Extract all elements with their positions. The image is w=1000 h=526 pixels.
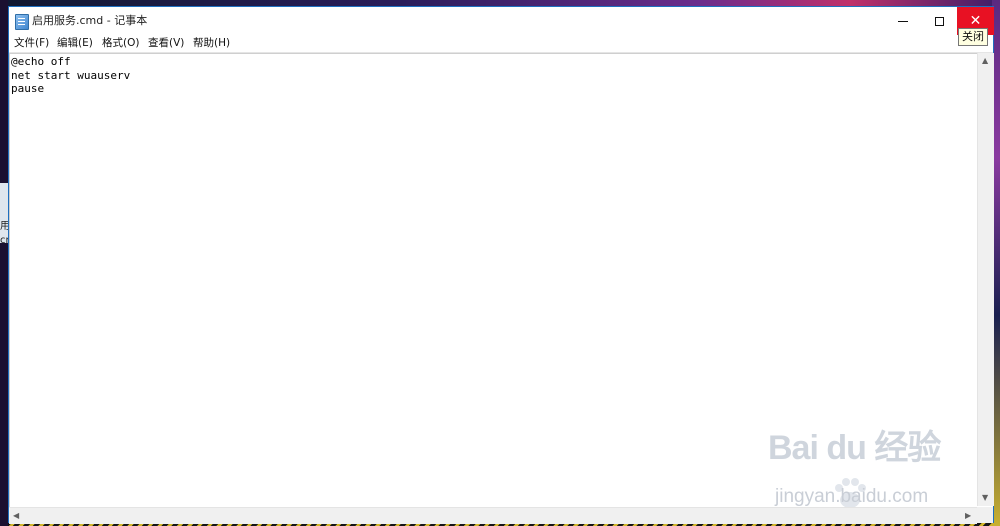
window-title: 启用服务.cmd - 记事本 <box>32 14 148 27</box>
scroll-down-icon[interactable]: ▼ <box>982 494 988 502</box>
scroll-right-icon[interactable]: ▶ <box>965 512 971 520</box>
baidu-watermark-url: jingyan.baidu.com <box>775 486 929 507</box>
menu-view[interactable]: 查看(V) <box>148 36 184 51</box>
horizontal-scrollbar[interactable]: ◀ ▶ <box>9 507 977 524</box>
title-bar[interactable]: 启用服务.cmd - 记事本 ✕ <box>9 7 994 35</box>
minimize-icon <box>898 20 908 22</box>
scroll-up-icon[interactable]: ▲ <box>982 57 988 65</box>
desktop-icon-label: 用 cr <box>0 221 10 246</box>
menu-help[interactable]: 帮助(H) <box>193 36 230 51</box>
menu-edit[interactable]: 编辑(E) <box>57 36 93 51</box>
vertical-scrollbar[interactable]: ▲ ▼ <box>977 53 994 506</box>
close-icon: ✕ <box>969 13 982 29</box>
desktop-left-strip <box>0 0 8 526</box>
maximize-icon <box>934 16 944 26</box>
maximize-button[interactable] <box>921 7 957 35</box>
baidu-watermark: Bai du 经验 <box>768 429 941 467</box>
menu-file[interactable]: 文件(F) <box>14 36 49 51</box>
minimize-button[interactable] <box>885 7 921 35</box>
notepad-window: 启用服务.cmd - 记事本 ✕ 文件(F) 编辑(E) 格式(O) 查看(V)… <box>8 6 994 524</box>
menu-bar: 文件(F) 编辑(E) 格式(O) 查看(V) 帮助(H) <box>9 35 993 53</box>
menu-format[interactable]: 格式(O) <box>102 36 139 51</box>
size-grip[interactable] <box>977 507 993 523</box>
editor-content[interactable]: @echo off net start wuauserv pause <box>10 54 977 96</box>
scroll-left-icon[interactable]: ◀ <box>13 512 19 520</box>
notepad-icon[interactable] <box>15 14 29 30</box>
text-editor[interactable]: @echo off net start wuauserv pause Bai d… <box>9 53 977 508</box>
close-tooltip: 关闭 <box>958 28 988 46</box>
